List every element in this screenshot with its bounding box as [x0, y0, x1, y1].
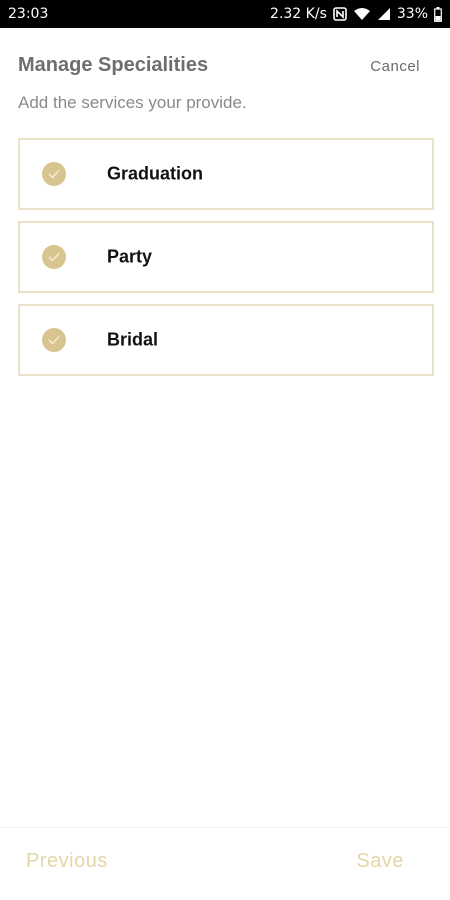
check-icon[interactable]	[42, 162, 66, 186]
previous-button[interactable]: Previous	[26, 850, 108, 873]
status-right: 2.32 K/s 33%	[270, 6, 442, 22]
battery-icon	[434, 6, 442, 22]
battery-percent: 33%	[396, 6, 428, 22]
wifi-icon	[353, 7, 371, 21]
speciality-item-party[interactable]: Party	[18, 221, 434, 293]
signal-icon	[377, 7, 391, 21]
speciality-label: Party	[107, 246, 153, 267]
page-title: Manage Specialities	[18, 54, 209, 76]
nfc-icon	[333, 7, 347, 21]
check-icon[interactable]	[42, 245, 66, 269]
speciality-item-graduation[interactable]: Graduation	[18, 138, 434, 210]
speciality-item-bridal[interactable]: Bridal	[18, 304, 434, 376]
page-subtitle: Add the services your provide.	[18, 93, 247, 112]
header: Manage Specialities Cancel	[18, 54, 432, 84]
specialities-list: Graduation Party Bridal	[18, 138, 434, 387]
check-icon[interactable]	[42, 328, 66, 352]
status-speed: 2.32 K/s	[270, 6, 327, 22]
speciality-label: Graduation	[107, 163, 204, 184]
speciality-label: Bridal	[107, 329, 159, 350]
footer-bar: Previous Save	[0, 827, 450, 900]
status-bar: 23:03 2.32 K/s 33%	[0, 0, 450, 28]
save-button[interactable]: Save	[356, 850, 404, 873]
status-time: 23:03	[8, 6, 49, 22]
cancel-button[interactable]: Cancel	[370, 58, 420, 75]
